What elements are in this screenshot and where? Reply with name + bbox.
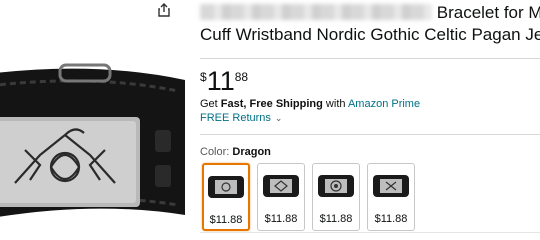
shipping-with: with	[322, 98, 348, 110]
divider	[200, 58, 540, 59]
swatch-price: $11.88	[264, 213, 298, 225]
swatch-image	[259, 168, 303, 204]
chevron-down-icon: ⌄	[274, 113, 283, 123]
price-symbol: $	[200, 70, 207, 84]
divider	[200, 232, 540, 233]
color-swatches: $11.88 $11.88 $11.88 $11.88	[202, 163, 415, 231]
swatch-image	[204, 169, 248, 205]
swatch-price: $11.88	[209, 214, 243, 226]
swatch-price: $11.88	[319, 213, 353, 225]
shipping-prefix: Get	[200, 98, 221, 110]
product-image-area	[0, 0, 190, 240]
price-whole: 11	[206, 66, 235, 96]
divider	[200, 134, 540, 135]
shipping-bold: Fast, Free Shipping	[220, 98, 323, 110]
color-label: Color: Dragon	[200, 146, 271, 158]
title-visible-text: Bracelet for M	[436, 3, 540, 22]
redacted-text	[200, 4, 432, 20]
product-title: Bracelet for M Cuff Wristband Nordic Got…	[200, 2, 540, 46]
product-title-line-1: Bracelet for M	[200, 2, 540, 24]
shipping-info: Get Fast, Free Shipping with Amazon Prim…	[200, 98, 420, 110]
swatch-option[interactable]: $11.88	[312, 163, 360, 231]
swatch-option[interactable]: $11.88	[202, 163, 250, 231]
price: $1188	[200, 66, 248, 97]
color-value: Dragon	[232, 146, 271, 158]
swatch-image	[369, 168, 413, 204]
product-title-line-2: Cuff Wristband Nordic Gothic Celtic Paga…	[200, 25, 540, 44]
product-image[interactable]	[0, 55, 190, 225]
swatch-option[interactable]: $11.88	[257, 163, 305, 231]
swatch-option[interactable]: $11.88	[367, 163, 415, 231]
returns-label: FREE Returns	[200, 112, 271, 124]
price-fraction: 88	[234, 70, 249, 84]
color-prefix: Color:	[200, 146, 233, 158]
amazon-prime-link[interactable]: Amazon Prime	[348, 98, 420, 110]
swatch-price: $11.88	[374, 213, 408, 225]
free-returns-link[interactable]: FREE Returns ⌄	[200, 112, 282, 124]
swatch-image	[314, 168, 358, 204]
share-icon[interactable]	[153, 0, 175, 20]
